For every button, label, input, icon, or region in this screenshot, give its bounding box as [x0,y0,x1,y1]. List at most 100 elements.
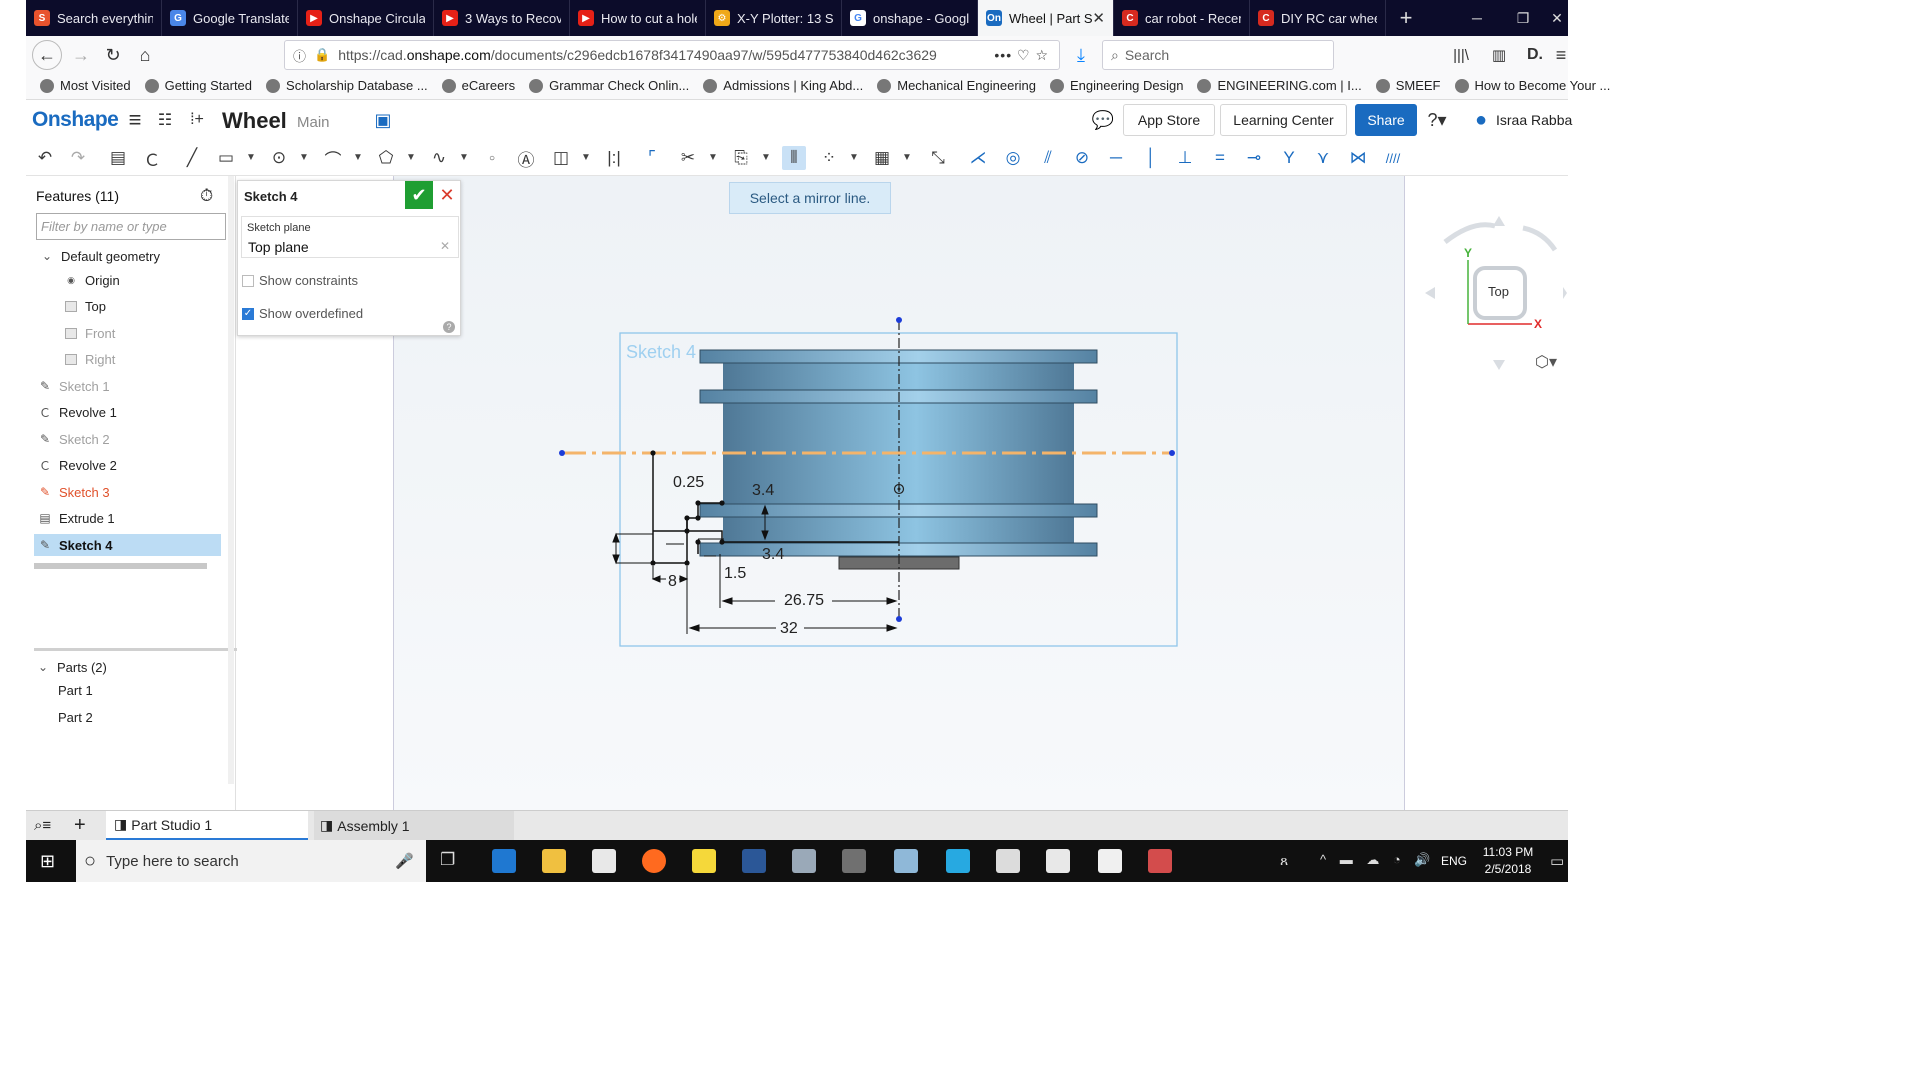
bookmark-item[interactable]: Getting Started [144,78,252,93]
add-tab-icon[interactable]: + [74,811,86,840]
chevron-down-icon[interactable]: ▼ [459,152,469,163]
arrow-right-icon[interactable] [1563,287,1567,299]
pierce-icon[interactable]: ⋎ [1311,146,1335,170]
bookmark-item[interactable]: Admissions | King Abd... [703,78,863,93]
feature-filter-input[interactable]: Filter by name or type [36,213,226,240]
part-item[interactable]: Part 1 [58,679,254,701]
vertical-icon[interactable]: │ [1139,146,1163,170]
graphics-canvas[interactable]: Sketch 4 0.25 3.4 3.4 1.5 8 26.75 32 [393,176,1405,810]
mail-icon[interactable] [1046,849,1070,873]
learning-center-button[interactable]: Learning Center [1220,104,1347,136]
bookmark-item[interactable]: Mechanical Engineering [877,78,1036,93]
browser-search-input[interactable]: ⌕ Search [1102,40,1334,70]
fillet-icon[interactable]: ⌜ [640,146,664,170]
sidebar-icon[interactable]: ▥ [1484,40,1514,70]
people-icon[interactable]: ጸ [1280,852,1288,869]
word-icon[interactable] [742,849,766,873]
undo-icon[interactable]: ↶ [33,146,57,170]
menu-icon[interactable]: ≡ [1546,40,1576,70]
tab-assembly[interactable]: ◨ Assembly 1 [314,811,514,840]
bookmark-item[interactable]: Engineering Design [1050,78,1183,93]
share-button[interactable]: Share [1355,104,1417,136]
coincident-icon[interactable]: ⋌ [966,146,990,170]
bookmark-item[interactable]: How to Become Your ... [1454,78,1610,93]
bookmark-item[interactable]: Most Visited [40,78,131,93]
browser-tab[interactable]: ▶3 Ways to Recover [434,0,570,36]
symmetric-icon[interactable]: ⋈ [1346,146,1370,170]
sketch-point[interactable] [559,450,565,456]
clear-icon[interactable]: ✕ [440,239,450,253]
store-icon[interactable] [592,849,616,873]
browser-tab[interactable]: ▶ Onshape Circular [298,0,434,36]
close-window-button[interactable]: ✕ [1546,0,1568,36]
hamburger-menu-icon[interactable]: ≡ [120,105,150,135]
download-icon[interactable]: ⤓ [1066,40,1096,70]
tab-part-studio[interactable]: ◨ Part Studio 1 [106,811,308,840]
browser-tab[interactable]: ⚙X-Y Plotter: 13 Steps [706,0,842,36]
feature-item[interactable]: ✎ Sketch 2 [38,428,234,450]
minimize-button[interactable]: ─ [1454,0,1500,36]
rotate-arrow-icon[interactable] [1443,222,1496,244]
photos-icon[interactable] [1098,849,1122,873]
dxf-import-icon[interactable]: ▦ [870,146,894,170]
horizontal-icon[interactable]: ─ [1104,146,1128,170]
firefox-icon[interactable] [642,849,666,873]
clipboard-icon[interactable]: ▤ [106,146,130,170]
use-icon[interactable]: ⎘ [729,146,753,170]
chevron-down-icon[interactable]: ▼ [353,152,363,163]
browser-tab[interactable]: S Search everything [26,0,162,36]
dimension-label[interactable]: 3.4 [762,546,784,564]
polygon-tool-icon[interactable]: ⬠ [374,146,398,170]
library-icon[interactable]: |||\ [1446,40,1476,70]
paint-icon[interactable] [894,849,918,873]
tab-manager-icon[interactable]: ⌕≡ [34,811,51,840]
bookmark-item[interactable]: Scholarship Database ... [266,78,428,93]
file-explorer-icon[interactable] [542,849,566,873]
browser-tab[interactable]: Ccar robot - Recent [1114,0,1250,36]
point-tool-icon[interactable]: ○ [480,146,504,170]
chevron-down-icon[interactable]: ▼ [581,152,591,163]
line-tool-icon[interactable]: ╱ [180,146,204,170]
branch-name[interactable]: Main [297,114,330,131]
forward-button[interactable]: → [66,40,96,70]
comments-icon[interactable]: 💬 [1088,105,1118,135]
taskbar-search-input[interactable]: ○ Type here to search 🎤 [76,840,426,882]
feature-item[interactable]: ✎ Sketch 1 [38,375,234,397]
circle-tool-icon[interactable]: ⊙ [267,146,291,170]
user-name[interactable]: Israa Rabba [1496,112,1572,128]
midpoint-icon[interactable]: ⊸ [1242,146,1266,170]
panel-divider[interactable] [34,648,238,651]
app-icon[interactable] [946,849,970,873]
chevron-down-icon[interactable]: ▼ [708,152,718,163]
sketch-plane-field[interactable]: Sketch plane Top plane ✕ [241,216,459,258]
show-constraints-checkbox[interactable]: Show constraints [242,273,358,288]
default-geometry-group[interactable]: ⌄ Default geometry [40,245,236,267]
video-icon[interactable] [996,849,1020,873]
home-icon[interactable]: ⌂ [130,40,160,70]
reload-button[interactable]: ↻ [98,40,128,70]
dimension-label[interactable]: 32 [780,620,798,638]
task-view-icon[interactable]: ❐ [440,850,455,870]
bookmark-item[interactable]: ENGINEERING.com | I... [1197,78,1362,93]
help-icon[interactable]: ?▾ [1422,105,1452,135]
sketch-drawing[interactable] [394,176,1406,810]
construction-icon[interactable]: ◫ [549,146,573,170]
windows-start-icon[interactable]: ⊞ [40,851,55,872]
language-indicator[interactable]: ENG [1441,854,1467,868]
url-bar[interactable]: ⓘ 🔒 https://cad. onshape.com/documents/c2… [284,40,1060,70]
edge-icon[interactable] [492,849,516,873]
page-actions-icon[interactable]: ••• ♡ ☆ [994,47,1049,64]
feature-list-icon[interactable]: ☷ [150,105,180,135]
chevron-down-icon[interactable]: ▼ [849,152,859,163]
horizontal-scrollbar[interactable] [34,563,207,569]
equal-icon[interactable]: = [1208,146,1232,170]
perpendicular-icon[interactable]: ⊥ [1173,146,1197,170]
document-name[interactable]: Wheel [222,108,287,134]
app-icon[interactable] [842,849,866,873]
spline-tool-icon[interactable]: ∿ [427,146,451,170]
dimension-icon[interactable]: |:| [602,146,626,170]
rotate-arrow-icon[interactable] [1522,225,1558,252]
feature-item[interactable]: ▤ Extrude 1 [38,507,234,529]
browser-tab[interactable]: Gonshape - Google [842,0,978,36]
mirror-tool-icon[interactable]: ⫴ [782,146,806,170]
